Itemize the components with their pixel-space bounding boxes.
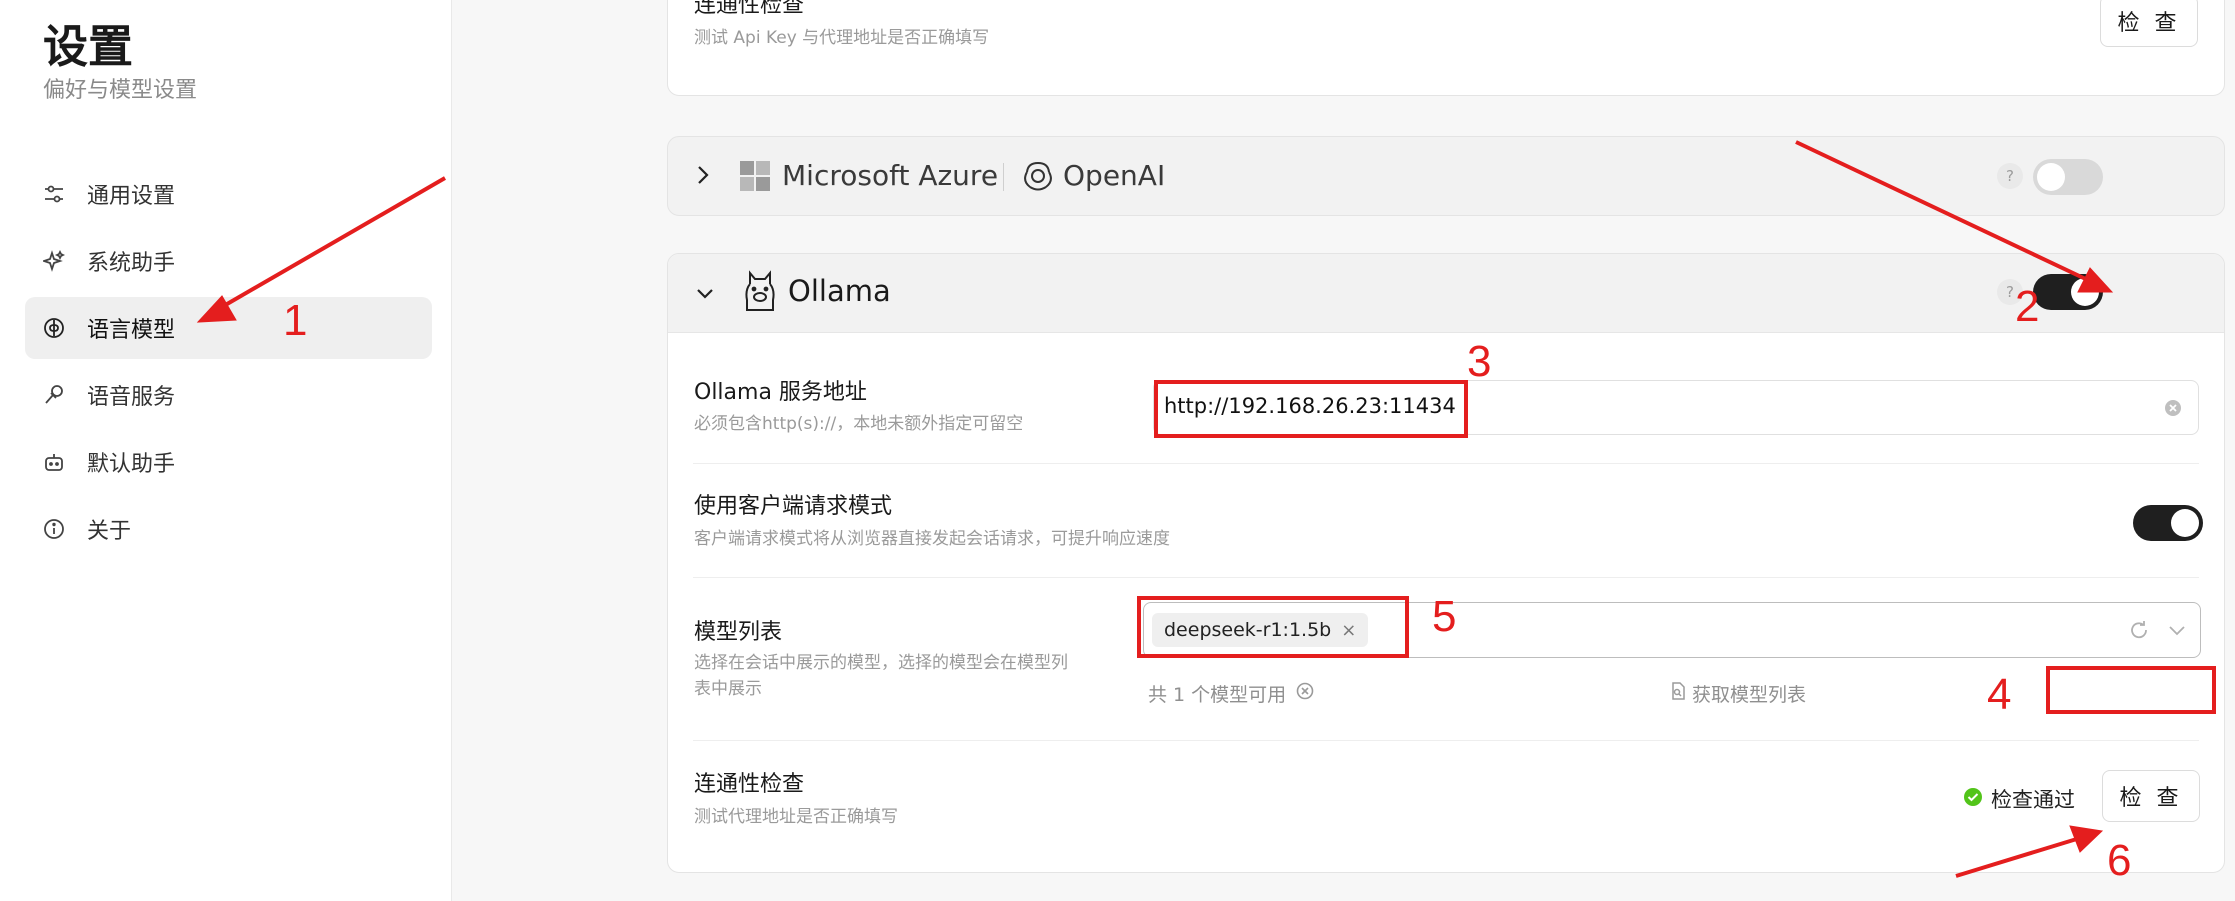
page-title: 设置 [43, 20, 134, 73]
sidebar-item-system-assistant[interactable]: 系统助手 [25, 230, 432, 292]
openai-brand-label: OpenAI [1063, 159, 1166, 192]
refresh-icon[interactable] [2128, 619, 2150, 645]
fetch-models-button[interactable]: 获取模型列表 [1670, 680, 1806, 707]
sidebar-item-label: 默认助手 [87, 452, 176, 477]
sliders-icon [43, 183, 65, 205]
chevron-right-icon[interactable] [696, 164, 710, 190]
clear-icon[interactable] [2164, 399, 2182, 421]
annotation-number-6: 6 [2107, 836, 2132, 885]
azure-enable-toggle[interactable] [2033, 159, 2103, 195]
model-list-desc-line1: 选择在会话中展示的模型，选择的模型会在模型列 [694, 653, 1068, 673]
client-mode-title: 使用客户端请求模式 [694, 494, 893, 519]
toggle-knob [2071, 278, 2099, 306]
model-list-desc-line2: 表中展示 [694, 679, 762, 699]
fetch-models-label: 获取模型列表 [1692, 684, 1807, 706]
help-icon[interactable]: ? [1997, 163, 2023, 189]
provider-card-previous: 连通性检查 测试 Api Key 与代理地址是否正确填写 检 查 [667, 0, 2225, 96]
ollama-logo-icon [742, 270, 778, 316]
annotation-box-model-tag [1137, 596, 1409, 658]
check-button[interactable]: 检 查 [2102, 770, 2200, 822]
model-list-desc: 选择在会话中展示的模型，选择的模型会在模型列 表中展示 [694, 650, 1114, 702]
endpoint-title: Ollama 服务地址 [694, 380, 867, 405]
annotation-box-endpoint [1154, 380, 1468, 438]
check-button[interactable]: 检 查 [2100, 0, 2198, 47]
sidebar-item-language-model[interactable]: 语言模型 [25, 297, 432, 359]
check-status: 检查通过 [1963, 784, 2075, 814]
chevron-down-icon[interactable] [695, 286, 715, 305]
clear-circle-icon[interactable] [1296, 682, 1314, 705]
sidebar: 设置 偏好与模型设置 通用设置 系统助手 语言模型 语音服务 默认助手 关于 [0, 0, 452, 901]
connectivity-title: 连通性检查 [694, 0, 805, 18]
sidebar-item-label: 系统助手 [87, 251, 176, 276]
sidebar-item-label: 语言模型 [87, 318, 176, 343]
sidebar-item-default-assistant[interactable]: 默认助手 [25, 431, 432, 493]
connectivity-desc: 测试 Api Key 与代理地址是否正确填写 [694, 28, 990, 48]
annotation-box-fetch [2046, 666, 2216, 714]
microsoft-logo-icon [740, 161, 770, 195]
provider-card-azure[interactable]: Microsoft Azure OpenAI ? [667, 136, 2225, 216]
info-icon [43, 518, 65, 540]
page-subtitle: 偏好与模型设置 [43, 78, 198, 103]
toggle-knob [2037, 163, 2065, 191]
ollama-header[interactable]: Ollama ? [668, 254, 2224, 333]
sidebar-item-general[interactable]: 通用设置 [25, 163, 432, 225]
brand-divider [1003, 163, 1004, 191]
annotation-number-1: 1 [283, 296, 308, 345]
annotation-number-4: 4 [1987, 670, 2012, 719]
model-count: 共 1 个模型可用 [1148, 680, 1314, 707]
azure-brand-label: Microsoft Azure [782, 159, 999, 192]
sidebar-item-label: 通用设置 [87, 184, 176, 209]
sidebar-item-label: 关于 [87, 519, 132, 544]
chevron-down-icon[interactable] [2168, 622, 2186, 641]
sidebar-item-about[interactable]: 关于 [25, 498, 432, 560]
sparkle-icon [43, 250, 65, 272]
robot-icon [43, 451, 65, 473]
divider [693, 740, 2199, 741]
endpoint-desc: 必须包含http(s)://，本地未额外指定可留空 [694, 414, 1024, 434]
model-list-title: 模型列表 [694, 620, 783, 645]
model-count-text: 共 1 个模型可用 [1148, 684, 1287, 706]
divider [693, 577, 2199, 578]
check-circle-icon [1963, 787, 1983, 812]
divider [693, 463, 2199, 464]
ollama-enable-toggle[interactable] [2033, 274, 2103, 310]
toggle-knob [2171, 509, 2199, 537]
file-search-icon [1670, 682, 1686, 705]
sidebar-nav: 通用设置 系统助手 语言模型 语音服务 默认助手 关于 [25, 163, 432, 565]
openai-logo-icon [1021, 159, 1055, 197]
sidebar-item-voice-service[interactable]: 语音服务 [25, 364, 432, 426]
sidebar-item-label: 语音服务 [87, 385, 176, 410]
client-mode-toggle[interactable] [2133, 505, 2203, 541]
provider-card-ollama: Ollama ? Ollama 服务地址 必须包含http(s)://，本地未额… [667, 253, 2225, 873]
check-status-label: 检查通过 [1991, 788, 2075, 812]
annotation-number-3: 3 [1467, 337, 1492, 386]
microphone-icon [43, 384, 65, 406]
annotation-number-2: 2 [2015, 282, 2040, 331]
annotation-number-5: 5 [1432, 592, 1457, 641]
connectivity-title: 连通性检查 [694, 772, 805, 797]
brain-icon [43, 317, 65, 339]
client-mode-desc: 客户端请求模式将从浏览器直接发起会话请求，可提升响应速度 [694, 529, 1170, 549]
main-panel: 连通性检查 测试 Api Key 与代理地址是否正确填写 检 查 Microso… [452, 0, 2235, 901]
ollama-title: Ollama [788, 274, 891, 308]
connectivity-desc: 测试代理地址是否正确填写 [694, 807, 898, 827]
